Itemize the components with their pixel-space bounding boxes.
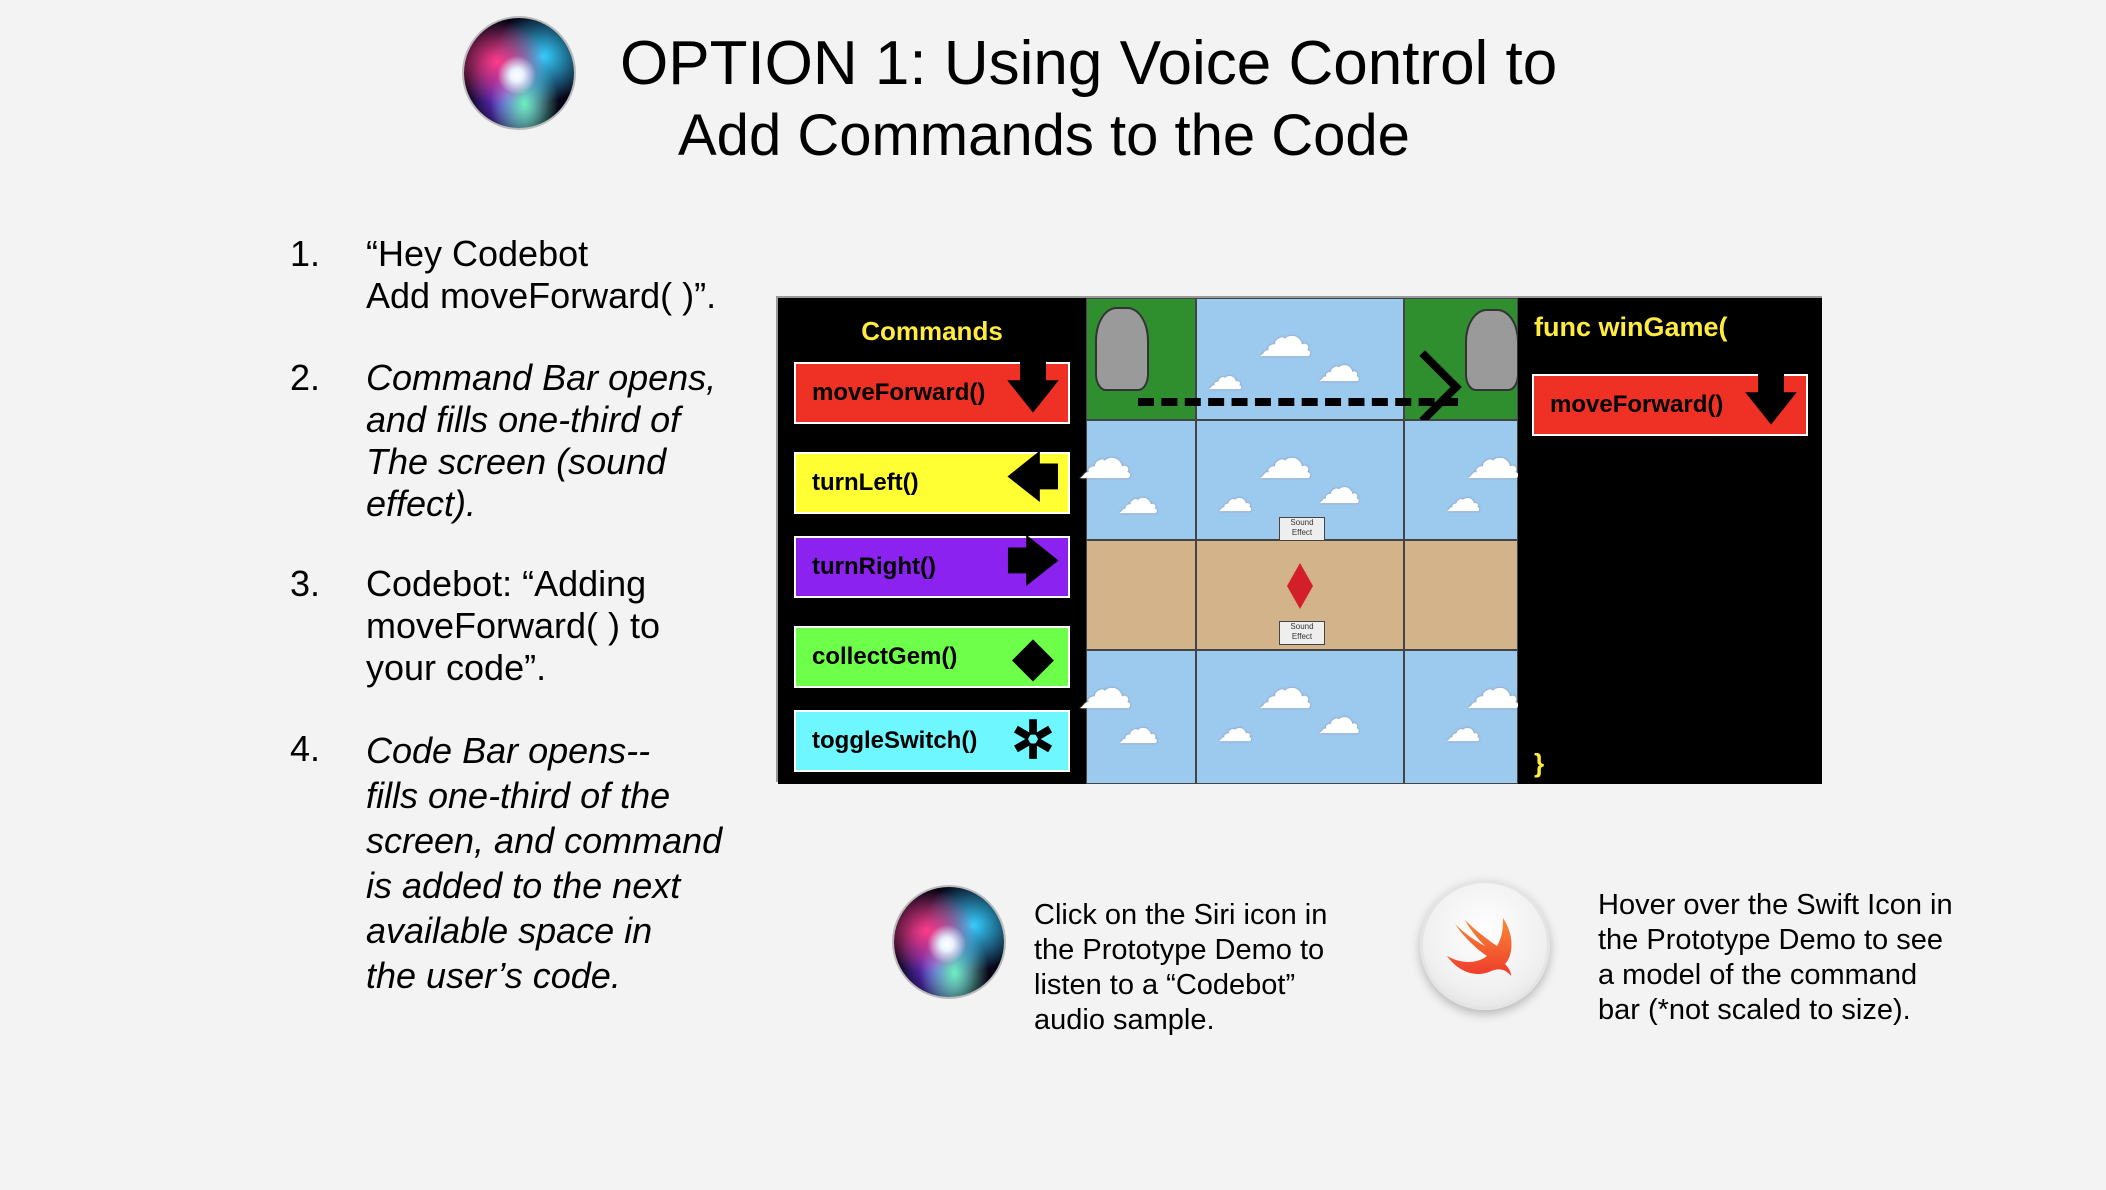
command-turn-right[interactable]: turnRight() 🡆 [794, 532, 1070, 598]
sky-tile: ☁ ☁ [1404, 650, 1521, 784]
game-preview: Commands moveForward() 🡇 turnLeft() 🡄 tu… [776, 296, 1822, 784]
command-bar: Commands moveForward() 🡇 turnLeft() 🡄 tu… [778, 298, 1086, 784]
path-dashed-line [1138, 398, 1458, 406]
gem-icon [1287, 563, 1313, 609]
command-label: turnRight() [812, 553, 936, 580]
siri-instructions: Click on the Siri icon in the Prototype … [1034, 899, 1328, 1036]
cloud-icon: ☁ [1445, 708, 1481, 749]
code-bar: func winGame( moveForward() 🡇 } [1518, 298, 1822, 784]
command-bar-title: Commands [861, 316, 1003, 346]
cloud-icon: ☁ [1217, 708, 1253, 749]
step-number: 4. [289, 728, 320, 769]
page-title: OPTION 1: Using Voice Control to [620, 29, 1558, 98]
sky-tile: ☁ ☁ [1404, 420, 1521, 540]
sky-tile: ☁ ☁ [1077, 650, 1196, 784]
step-text: Code Bar opens-- fills one-third of the … [366, 730, 723, 996]
cloud-icon: ☁ [1117, 705, 1159, 752]
sand-tile [1404, 540, 1518, 650]
sand-tile: Sound Effect [1196, 540, 1404, 650]
siri-icon[interactable] [464, 18, 574, 128]
step-text: “Hey Codebot Add moveForward( )”. [366, 233, 717, 316]
code-function-header: func winGame( [1534, 312, 1728, 342]
rock-character-icon [1095, 307, 1149, 391]
left-arrow-icon: 🡄 [1006, 448, 1060, 507]
command-turn-left[interactable]: turnLeft() 🡄 [794, 448, 1070, 514]
step-number: 3. [289, 563, 320, 604]
command-label: turnLeft() [812, 469, 919, 496]
command-label: moveForward() [1550, 391, 1724, 418]
down-arrow-icon: 🡇 [1744, 370, 1798, 429]
cloud-icon: ☁ [1445, 478, 1481, 519]
cloud-icon: ☁ [1207, 356, 1243, 397]
command-collect-gem[interactable]: collectGem() ◆ [794, 626, 1070, 688]
cloud-icon: ☁ [1317, 464, 1361, 513]
command-label: toggleSwitch() [812, 727, 978, 754]
page-subtitle: Add Commands to the Code [678, 103, 1410, 168]
cloud-icon: ☁ [1317, 342, 1361, 391]
siri-icon[interactable] [894, 887, 1004, 997]
game-board: ☁ ☁ ☁ ☁ ☁ ☁ ☁ ☁ Sound Effect ☁ ☁ Sound E… [1077, 298, 1521, 784]
sand-tile [1086, 540, 1196, 650]
step-text: Command Bar opens, and fills one-third o… [366, 357, 717, 524]
code-command-move-forward[interactable]: moveForward() 🡇 [1532, 370, 1808, 436]
sky-tile: ☁ ☁ [1077, 420, 1196, 540]
cloud-icon: ☁ [1217, 478, 1253, 519]
right-arrow-icon: 🡆 [1006, 532, 1060, 591]
aperture-icon: ✲ [1011, 712, 1055, 770]
code-closing-brace: } [1534, 748, 1545, 778]
swift-icon[interactable] [1420, 880, 1550, 1010]
step-text: Codebot: “Adding moveForward( ) to your … [366, 563, 661, 688]
cloud-icon: ☁ [1257, 427, 1313, 490]
step-number: 2. [289, 357, 320, 398]
swift-bird-icon [1447, 918, 1512, 976]
command-label: collectGem() [812, 643, 958, 670]
cloud-icon: ☁ [1257, 305, 1313, 368]
command-toggle-switch[interactable]: toggleSwitch() ✲ [794, 710, 1070, 772]
command-label: moveForward() [812, 379, 986, 406]
sky-tile: ☁ ☁ ☁ [1196, 650, 1404, 784]
rock-character-icon [1465, 309, 1519, 391]
sound-effect-badge: Sound Effect [1279, 621, 1325, 645]
sky-tile: ☁ ☁ ☁ Sound Effect [1196, 420, 1404, 541]
down-arrow-icon: 🡇 [1006, 358, 1060, 417]
cloud-icon: ☁ [1257, 657, 1313, 720]
sound-effect-badge: Sound Effect [1279, 517, 1325, 541]
command-move-forward[interactable]: moveForward() 🡇 [794, 358, 1070, 424]
cloud-icon: ☁ [1317, 694, 1361, 743]
swift-instructions: Hover over the Swift Icon in the Prototy… [1598, 889, 1953, 1026]
step-number: 1. [289, 233, 320, 274]
gem-icon: ◆ [1013, 628, 1053, 686]
cloud-icon: ☁ [1117, 475, 1159, 522]
